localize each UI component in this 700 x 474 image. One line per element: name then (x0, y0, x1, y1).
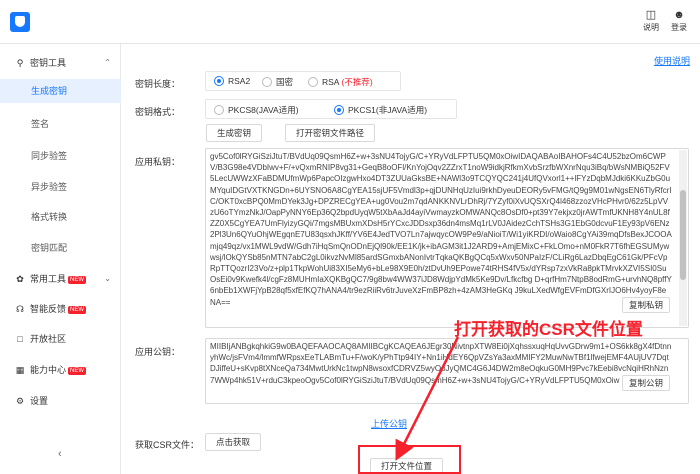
wrench-icon: ✿ (16, 274, 24, 284)
manual-label: 说明 (643, 23, 659, 32)
settings-label: 设置 (30, 396, 49, 406)
radio-sm-label: 国密 (276, 77, 294, 87)
sidebar-item-key-match[interactable]: 密钥匹配 (0, 236, 121, 260)
private-key-label: 应用私钥： (135, 157, 181, 167)
user-icon: ☻ (673, 9, 685, 21)
sidebar-group-label: 密钥工具 (30, 58, 67, 68)
app-logo-icon (10, 12, 30, 32)
sidebar-item-format-convert[interactable]: 格式转换 (0, 205, 121, 229)
sidebar-item-generate-key[interactable]: 生成密钥 (0, 79, 121, 103)
ability-icon: ▦ (15, 365, 25, 375)
sidebar-item-open-community[interactable]: □ 开放社区 (0, 330, 121, 348)
upload-public-key-link[interactable]: 上传公钥 (371, 417, 407, 430)
annotation-text: 打开获取的CSR文件位置 (454, 320, 643, 339)
radio-dot-icon (262, 77, 272, 87)
common-tools-label: 常用工具 (30, 274, 67, 284)
community-icon: □ (17, 334, 23, 344)
open-key-path-button[interactable]: 打开密钥文件路径 (285, 124, 376, 142)
radio-dot-icon (308, 77, 318, 87)
sidebar-item-common-tools[interactable]: ✿ 常用工具 NEW ⌄ (0, 270, 121, 288)
public-key-text: MIIBIjANBgkqhkiG9w0BAQEFAAOCAQ8AMIIBCgKC… (210, 342, 672, 385)
scrollbar-thumb[interactable] (680, 190, 686, 280)
gear-icon: ⚙ (15, 396, 25, 406)
top-bar: ◫ 说明 ☻ 登录 (0, 0, 700, 44)
radio-pkcs8[interactable]: PKCS8(JAVA适用) (214, 104, 299, 116)
sidebar-group-key-tools[interactable]: ⚲ 密钥工具 ⌃ (0, 54, 121, 72)
radio-dot-icon (214, 76, 224, 86)
login-button[interactable]: ☻ 登录 (667, 8, 691, 33)
highlight-box (358, 445, 461, 474)
manual-button[interactable]: ◫ 说明 (639, 8, 663, 33)
radio-dot-icon (334, 105, 344, 115)
chevron-down-icon: ⌄ (104, 274, 111, 283)
get-csr-button[interactable]: 点击获取 (205, 433, 262, 451)
copy-private-key-button[interactable]: 复制私钥 (622, 297, 671, 313)
key-format-label: 密钥格式： (135, 107, 181, 117)
sidebar-item-async-verify[interactable]: 异步验签 (0, 175, 121, 199)
key-format-radio-group: PKCS8(JAVA适用) PKCS1(非JAVA适用) (205, 99, 457, 119)
radio-sm[interactable]: 国密 (262, 76, 293, 88)
generate-key-button[interactable]: 生成密钥 (206, 124, 263, 142)
chevron-up-icon: ⌃ (104, 58, 111, 67)
sidebar-item-sign[interactable]: 签名 (0, 112, 121, 136)
book-icon: ◫ (645, 9, 657, 21)
radio-pkcs8-label: PKCS8(JAVA适用) (228, 105, 299, 115)
key-length-radio-group: RSA2 国密 RSA (不推荐) (205, 71, 401, 91)
search-icon: ⚲ (16, 58, 24, 68)
help-link[interactable]: 使用说明 (654, 54, 690, 67)
main-panel: 使用说明 密钥长度： RSA2 国密 RSA (不推荐) 密钥格式： PKCS8… (121, 44, 700, 474)
collapse-sidebar-icon[interactable]: ‹ (58, 448, 62, 460)
headset-icon: ☊ (16, 304, 24, 314)
sidebar-item-ability-center[interactable]: ▦ 能力中心 NEW (0, 361, 121, 379)
private-key-scrollbar[interactable] (679, 150, 687, 326)
new-badge: NEW (68, 275, 87, 284)
not-recommended-note: (不推荐) (341, 77, 373, 87)
get-csr-label: 获取CSR文件： (135, 440, 200, 450)
radio-rsa2[interactable]: RSA2 (214, 76, 250, 86)
sidebar-item-settings[interactable]: ⚙ 设置 (0, 392, 121, 410)
ability-center-label: 能力中心 (30, 365, 67, 375)
radio-rsa2-label: RSA2 (228, 76, 251, 86)
public-key-label: 应用公钥： (135, 347, 181, 357)
private-key-text: gv5Cof0lRYGiSziJtuT/BVdUq09QsmH6Z+w+3sNU… (210, 152, 672, 307)
sidebar-item-smart-feedback[interactable]: ☊ 智能反馈 NEW (0, 300, 121, 318)
radio-rsa-label: RSA (322, 77, 340, 87)
key-length-label: 密钥长度： (135, 79, 181, 89)
radio-rsa[interactable]: RSA (不推荐) (308, 76, 373, 88)
radio-pkcs1-label: PKCS1(非JAVA适用) (348, 105, 428, 115)
copy-public-key-button[interactable]: 复制公钥 (622, 375, 671, 391)
sidebar: ⚲ 密钥工具 ⌃ 生成密钥 签名 同步验签 异步验签 格式转换 密钥匹配 ✿ 常… (0, 44, 121, 474)
login-label: 登录 (671, 23, 687, 32)
new-badge: NEW (68, 305, 87, 314)
public-key-textarea[interactable]: MIIBIjANBgkqhkiG9w0BAQEFAAOCAQ8AMIIBCgKC… (205, 338, 689, 404)
open-community-label: 开放社区 (30, 334, 67, 344)
radio-pkcs1[interactable]: PKCS1(非JAVA适用) (334, 104, 427, 116)
sidebar-item-sync-verify[interactable]: 同步验签 (0, 144, 121, 168)
smart-feedback-label: 智能反馈 (30, 304, 67, 314)
radio-dot-icon (214, 105, 224, 115)
new-badge: NEW (68, 366, 87, 375)
private-key-textarea[interactable]: gv5Cof0lRYGiSziJtuT/BVdUq09QsmH6Z+w+3sNU… (205, 148, 689, 328)
